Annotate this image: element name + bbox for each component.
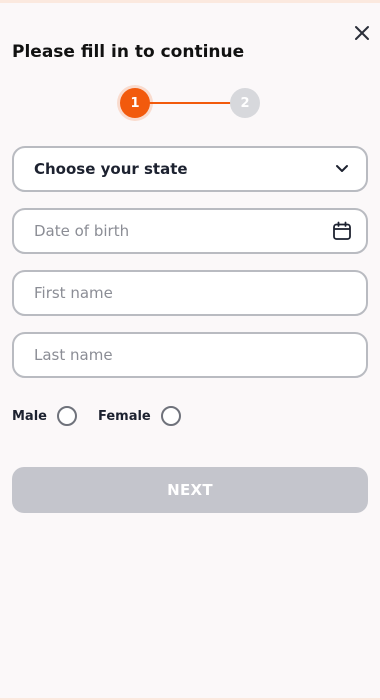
first-name-field[interactable]: First name — [12, 270, 368, 316]
gender-option-male-radio[interactable] — [56, 406, 77, 426]
chevron-down-icon — [332, 159, 352, 179]
step-2-indicator: 2 — [230, 88, 260, 118]
close-button[interactable] — [352, 23, 372, 43]
first-name-placeholder: First name — [34, 284, 113, 302]
gender-option-female-label: Female — [97, 408, 151, 424]
state-select-label: Choose your state — [34, 160, 188, 178]
stepper-connector — [149, 102, 232, 104]
gender-selector: Male Female — [12, 405, 181, 427]
progress-stepper: 1 2 — [0, 86, 380, 120]
date-of-birth-field[interactable]: Date of birth — [12, 208, 368, 254]
gender-option-male-label: Male — [12, 408, 47, 424]
last-name-field[interactable]: Last name — [12, 332, 368, 378]
top-accent-border — [0, 0, 380, 3]
step-1-indicator: 1 — [120, 88, 150, 118]
gender-option-female-radio[interactable] — [160, 406, 181, 426]
close-icon — [355, 26, 369, 40]
date-of-birth-placeholder: Date of birth — [34, 222, 130, 240]
calendar-icon[interactable] — [332, 221, 352, 241]
last-name-placeholder: Last name — [34, 346, 113, 364]
next-button[interactable]: NEXT — [12, 467, 368, 513]
page-title: Please fill in to continue — [12, 42, 245, 62]
state-select[interactable]: Choose your state — [12, 146, 368, 192]
